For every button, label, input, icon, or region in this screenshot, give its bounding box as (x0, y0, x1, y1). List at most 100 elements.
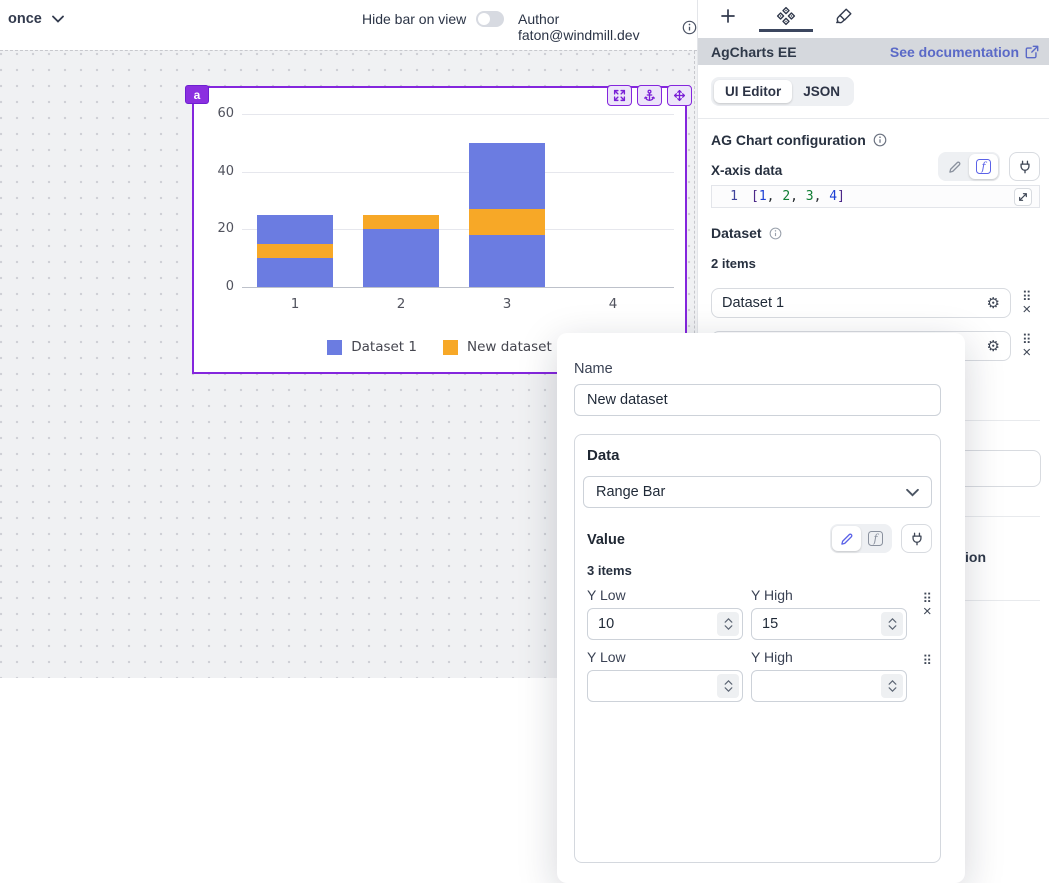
y-high-label: Y High (751, 587, 907, 603)
hide-bar-label: Hide bar on view (362, 11, 466, 27)
components-icon (776, 6, 796, 26)
xaxis-input-toolbar: f (938, 152, 1040, 181)
toggle-knob (478, 13, 490, 25)
x-tick-label: 4 (593, 296, 633, 312)
close-icon[interactable]: × (923, 605, 932, 619)
config-title-label: AG Chart configuration (711, 132, 866, 148)
run-mode-selector[interactable]: once (8, 11, 64, 27)
number-stepper[interactable] (717, 612, 739, 636)
author-label: Author faton@windmill.dev (518, 11, 675, 43)
gridline (242, 172, 674, 173)
name-label: Name (574, 361, 941, 377)
y-tick-label: 0 (194, 279, 234, 294)
author-info: Author faton@windmill.dev (518, 11, 697, 43)
tab-styling[interactable] (815, 0, 873, 32)
run-mode-label: once (8, 11, 42, 27)
y-low-label: Y Low (587, 587, 743, 603)
value-item-row: Y Low Y High (587, 578, 932, 640)
series-type-value: Range Bar (596, 484, 665, 500)
x-tick-label: 3 (487, 296, 527, 312)
gridline (242, 114, 674, 115)
code-tokens: [1, 2, 3, 4] (751, 189, 845, 204)
gridline (242, 287, 674, 288)
legend-item[interactable]: New dataset (443, 339, 552, 355)
y-tick-label: 20 (194, 221, 234, 236)
info-icon[interactable] (873, 133, 887, 147)
component-header: AgCharts EE See documentation (698, 38, 1049, 65)
expand-icon (1018, 192, 1028, 202)
y-low-label: Y Low (587, 649, 743, 665)
chevron-down-icon (906, 488, 919, 497)
component-title: AgCharts EE (711, 44, 797, 60)
xaxis-data-label: X-axis data (711, 163, 782, 181)
dataset-1-field[interactable]: Dataset 1 ⚙ (711, 288, 1011, 318)
dataset-section-title: Dataset (711, 225, 1040, 241)
hide-bar-toggle[interactable] (476, 11, 504, 27)
top-bar: once Hide bar on view Author faton@windm… (0, 0, 697, 50)
doc-link-label: See documentation (890, 44, 1019, 60)
legend-label: New dataset (467, 339, 552, 355)
expand-editor-button[interactable] (1014, 188, 1032, 206)
static-input-pencil-button[interactable] (940, 154, 969, 179)
connect-input-button[interactable] (901, 524, 932, 553)
close-icon[interactable]: × (1022, 303, 1031, 317)
chart-plot-area: 0 20 40 60 1 2 3 4 Dataset 1 New dataset (194, 88, 685, 372)
pencil-icon (840, 532, 854, 546)
static-input-pencil-button[interactable] (832, 526, 861, 551)
value-item-row: Y Low Y High (587, 640, 932, 702)
range-bar-segment (469, 209, 545, 235)
pencil-icon (948, 160, 962, 174)
y-tick-label: 60 (194, 106, 234, 121)
tab-component-settings[interactable] (757, 0, 815, 32)
x-tick-label: 1 (275, 296, 315, 312)
dataset-name-input[interactable] (574, 384, 941, 416)
plug-icon (1018, 160, 1032, 174)
legend-item[interactable]: Dataset 1 (327, 339, 417, 355)
xaxis-data-row: X-axis data f (711, 152, 1040, 181)
fx-input-button[interactable]: f (861, 526, 890, 551)
data-section: Data Range Bar Value f (574, 434, 941, 863)
y-high-label: Y High (751, 649, 907, 665)
function-icon: f (868, 531, 883, 546)
legend-swatch (327, 340, 342, 355)
info-icon[interactable] (769, 227, 782, 240)
dataset-row: Dataset 1 ⚙ ⠿ × (711, 288, 1040, 318)
dataset-settings-modal: Name Data Range Bar Value f (557, 333, 965, 883)
dataset-items-count: 2 items (711, 256, 1040, 271)
paintbrush-icon (835, 7, 853, 25)
value-items-count: 3 items (587, 563, 932, 578)
info-icon[interactable] (682, 20, 697, 35)
see-documentation-link[interactable]: See documentation (890, 44, 1039, 60)
external-link-icon (1025, 45, 1039, 59)
tab-insert-component[interactable] (699, 0, 757, 32)
close-icon[interactable]: × (1022, 346, 1031, 360)
fx-input-button[interactable]: f (969, 154, 998, 179)
plug-icon (910, 532, 924, 546)
editor-mode-tabs: UI Editor JSON (711, 77, 1049, 106)
data-section-title: Data (587, 447, 932, 464)
range-bar-segment (363, 215, 439, 229)
tab-ui-editor[interactable]: UI Editor (714, 80, 792, 103)
series-type-select[interactable]: Range Bar (583, 476, 932, 508)
gear-icon[interactable]: ⚙ (987, 296, 1000, 311)
range-bar-segment (257, 244, 333, 258)
x-tick-label: 2 (381, 296, 421, 312)
gear-icon[interactable]: ⚙ (987, 339, 1000, 354)
connect-input-button[interactable] (1009, 152, 1040, 181)
panel-content: AG Chart configuration X-axis data f (698, 119, 1049, 361)
drag-handle-icon[interactable]: ⠿ (922, 654, 932, 667)
plus-icon (720, 8, 736, 24)
bar-segment (363, 229, 439, 287)
y-tick-label: 40 (194, 164, 234, 179)
xaxis-code-editor[interactable]: 1 [1, 2, 3, 4] (711, 185, 1040, 208)
agcharts-component[interactable]: a (192, 86, 687, 374)
value-row: Value f (583, 524, 932, 553)
panel-tabstrip (698, 0, 1049, 32)
hide-bar-setting: Hide bar on view (362, 11, 504, 27)
legend-label: Dataset 1 (351, 339, 417, 355)
tab-json[interactable]: JSON (792, 80, 851, 103)
legend-swatch (443, 340, 458, 355)
number-stepper[interactable] (881, 612, 903, 636)
function-icon: f (976, 159, 991, 174)
obscured-section-label: ion (965, 549, 986, 565)
